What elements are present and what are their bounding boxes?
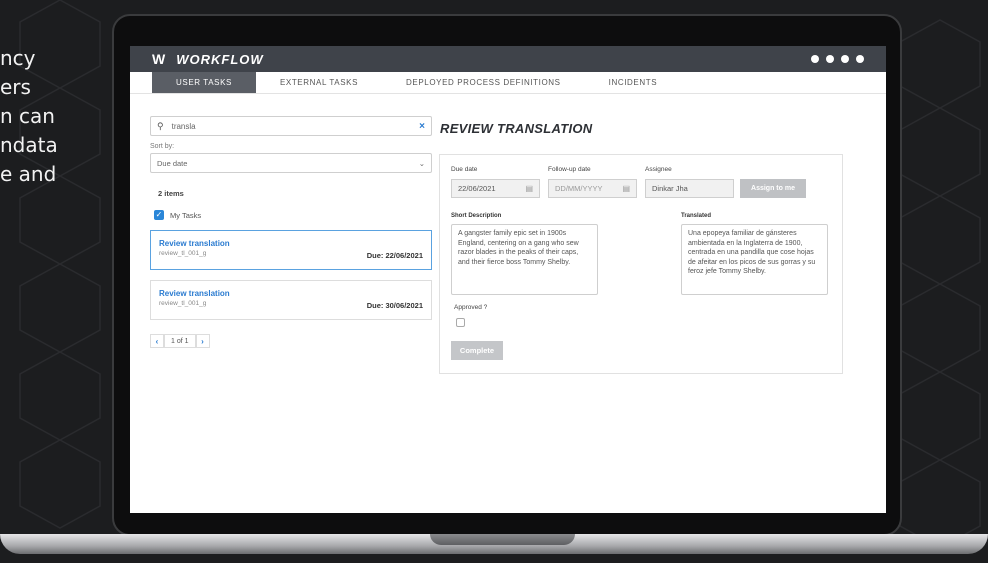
due-date-field[interactable]: 22/06/2021 ▤: [451, 179, 540, 198]
pagination: ‹ 1 of 1 ›: [150, 334, 432, 348]
assign-to-me-button[interactable]: Assign to me: [740, 179, 806, 198]
sort-select[interactable]: Due date ⌄: [150, 153, 432, 173]
short-description-label: Short Description: [451, 213, 502, 219]
promo-text: ncy ers n can ndata e and: [0, 46, 58, 186]
task-due-date: Due: 22/06/2021: [366, 251, 423, 260]
assignee-field[interactable]: Dinkar Jha: [645, 179, 734, 198]
settings-icon[interactable]: [826, 55, 834, 63]
search-icon: ⚲: [157, 120, 164, 131]
tab-external-tasks[interactable]: EXTERNAL TASKS: [256, 72, 382, 93]
app-screen: W WORKFLOW USER TASKS EXTERNAL TASKS DEP…: [130, 46, 886, 513]
assignee-label: Assignee: [645, 166, 672, 173]
approved-checkbox[interactable]: [456, 318, 465, 327]
help-icon[interactable]: [811, 55, 819, 63]
prev-page-icon[interactable]: ‹: [150, 334, 164, 348]
search-input[interactable]: ⚲ transla ×: [150, 116, 432, 136]
app-name: WORKFLOW: [176, 51, 264, 67]
brand[interactable]: W WORKFLOW: [152, 51, 264, 67]
workflow-logo-icon: W: [152, 51, 167, 67]
task-card[interactable]: Review translation review_tl_001_g Due: …: [150, 230, 432, 270]
due-date-value: 22/06/2021: [458, 184, 496, 193]
tab-user-tasks[interactable]: USER TASKS: [152, 72, 256, 93]
chevron-down-icon: ⌄: [418, 158, 425, 168]
calendar-icon[interactable]: ▤: [622, 184, 630, 193]
due-date-label: Due date: [451, 166, 478, 173]
task-title: Review translation: [159, 289, 230, 298]
task-title: Review translation: [159, 239, 230, 248]
my-tasks-label: My Tasks: [170, 210, 202, 220]
task-title-heading: REVIEW TRANSLATION: [440, 121, 593, 136]
tab-bar: USER TASKS EXTERNAL TASKS DEPLOYED PROCE…: [130, 72, 886, 94]
task-list-panel: ⚲ transla × Sort by: Due date ⌄ 2 items …: [150, 116, 432, 348]
task-due-date: Due: 30/06/2021: [366, 301, 423, 310]
search-value: transla: [171, 121, 196, 131]
complete-button[interactable]: Complete: [451, 341, 503, 360]
follow-up-date-placeholder: DD/MM/YYYY: [555, 184, 603, 193]
approved-label: Approved ?: [454, 304, 488, 311]
task-form: Due date 22/06/2021 ▤ Follow-up date DD/…: [439, 154, 843, 374]
calendar-icon[interactable]: ▤: [525, 184, 533, 193]
translated-field[interactable]: Una epopeya familiar de gánsteres ambien…: [681, 224, 828, 295]
assignee-value: Dinkar Jha: [652, 184, 688, 193]
follow-up-date-label: Follow-up date: [548, 166, 591, 173]
page-indicator: 1 of 1: [164, 334, 196, 348]
top-bar: W WORKFLOW: [130, 46, 886, 72]
my-tasks-checkbox[interactable]: ✓: [154, 210, 164, 220]
task-card[interactable]: Review translation review_tl_001_g Due: …: [150, 280, 432, 320]
sort-value: Due date: [157, 158, 188, 168]
tab-incidents[interactable]: INCIDENTS: [585, 72, 682, 93]
laptop-notch: [430, 534, 575, 545]
tab-deployed-process-definitions[interactable]: DEPLOYED PROCESS DEFINITIONS: [382, 72, 585, 93]
item-count: 2 items: [158, 189, 184, 198]
next-page-icon[interactable]: ›: [195, 334, 210, 348]
my-tasks-filter[interactable]: ✓ My Tasks: [154, 210, 432, 220]
top-icons: [811, 55, 864, 63]
logout-icon[interactable]: [856, 55, 864, 63]
short-description-field[interactable]: A gangster family epic set in 1900s Engl…: [451, 224, 598, 295]
follow-up-date-field[interactable]: DD/MM/YYYY ▤: [548, 179, 637, 198]
sort-label: Sort by:: [150, 143, 175, 150]
translated-label: Translated: [681, 213, 712, 219]
user-icon[interactable]: [841, 55, 849, 63]
clear-search-icon[interactable]: ×: [419, 121, 425, 132]
